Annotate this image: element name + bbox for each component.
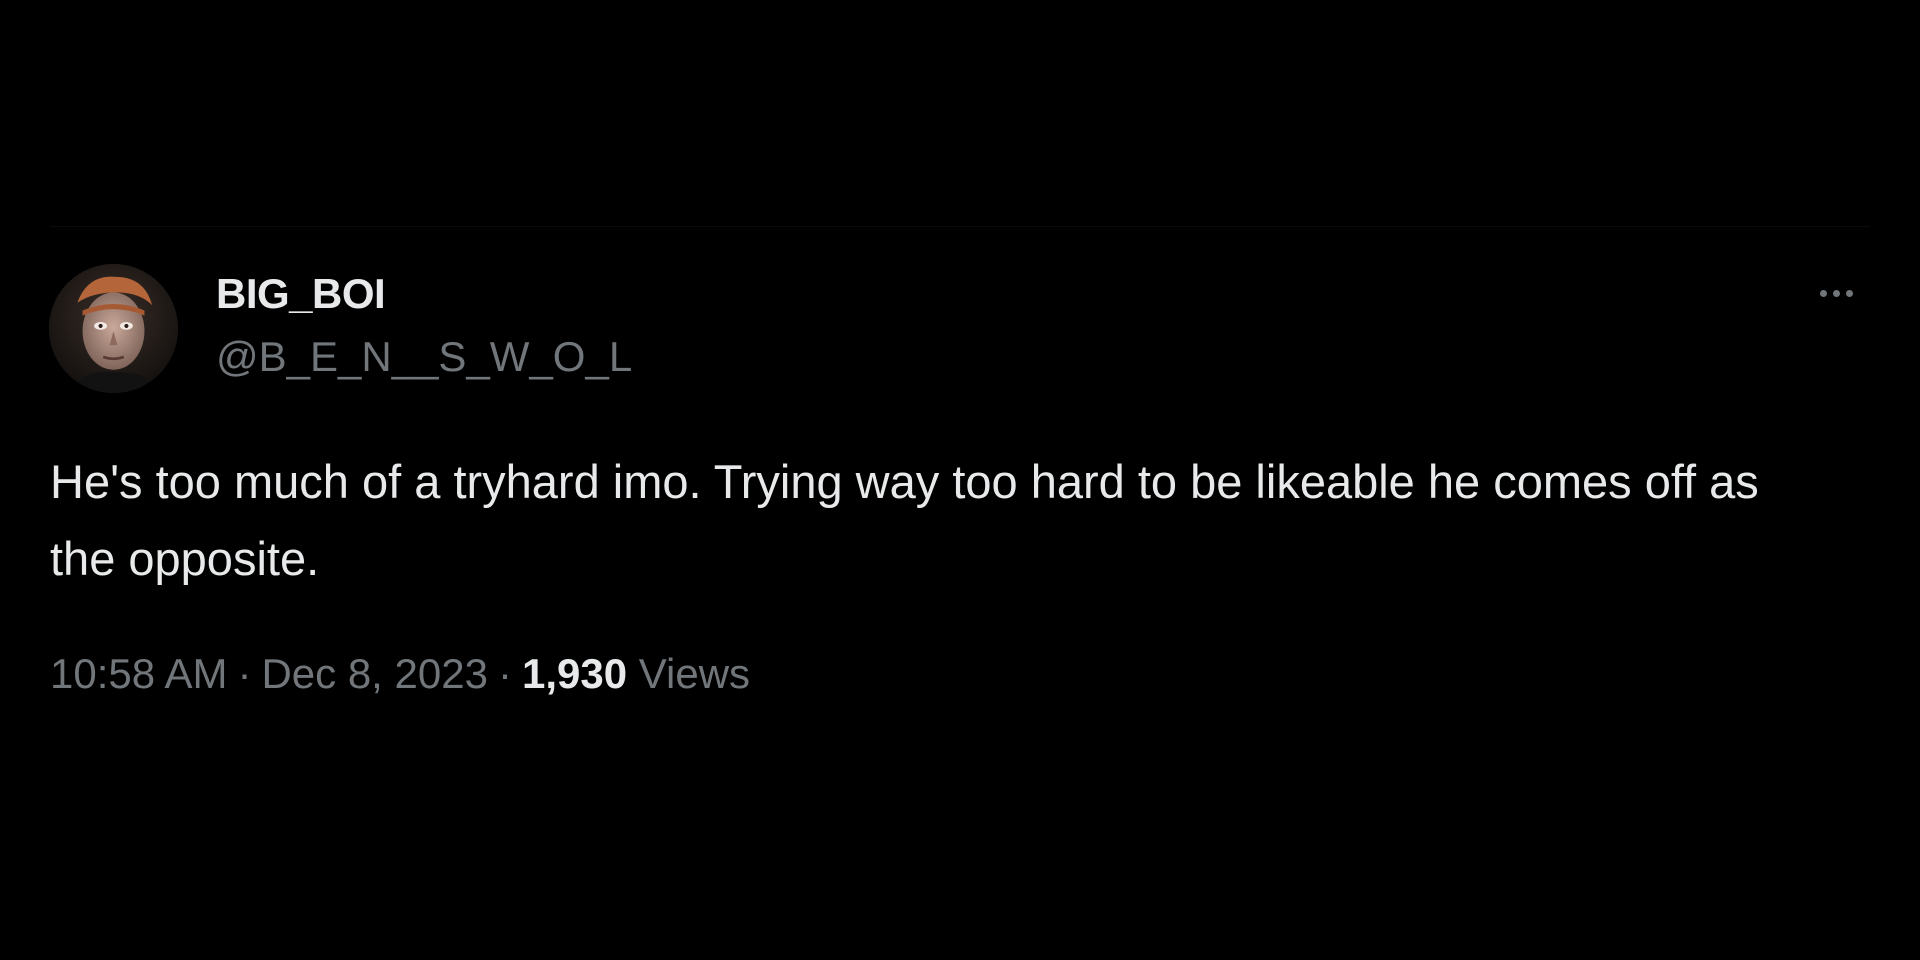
- tweet-time[interactable]: 10:58 AM: [50, 650, 227, 697]
- more-dots-icon: [1845, 289, 1853, 297]
- meta-separator: ·: [237, 650, 252, 697]
- tweet-date[interactable]: Dec 8, 2023: [261, 650, 488, 697]
- more-options-button[interactable]: [1808, 278, 1864, 308]
- tweet-meta: 10:58 AM · Dec 8, 2023 · 1,930 Views: [50, 650, 750, 698]
- divider: [50, 226, 1870, 227]
- views-label: Views: [638, 650, 751, 697]
- author-display-name[interactable]: BIG_BOI: [216, 270, 386, 318]
- views-count: 1,930: [521, 650, 628, 697]
- more-dots-icon: [1819, 289, 1827, 297]
- tweet-card: BIG_BOI @B_E_N__S_W_O_L He's too much of…: [0, 0, 1920, 960]
- more-dots-icon: [1832, 289, 1840, 297]
- avatar[interactable]: [49, 264, 178, 393]
- avatar-photo-icon: [49, 264, 178, 393]
- tweet-text: He's too much of a tryhard imo. Trying w…: [50, 455, 1759, 585]
- meta-separator: ·: [497, 650, 512, 697]
- author-handle[interactable]: @B_E_N__S_W_O_L: [216, 333, 632, 381]
